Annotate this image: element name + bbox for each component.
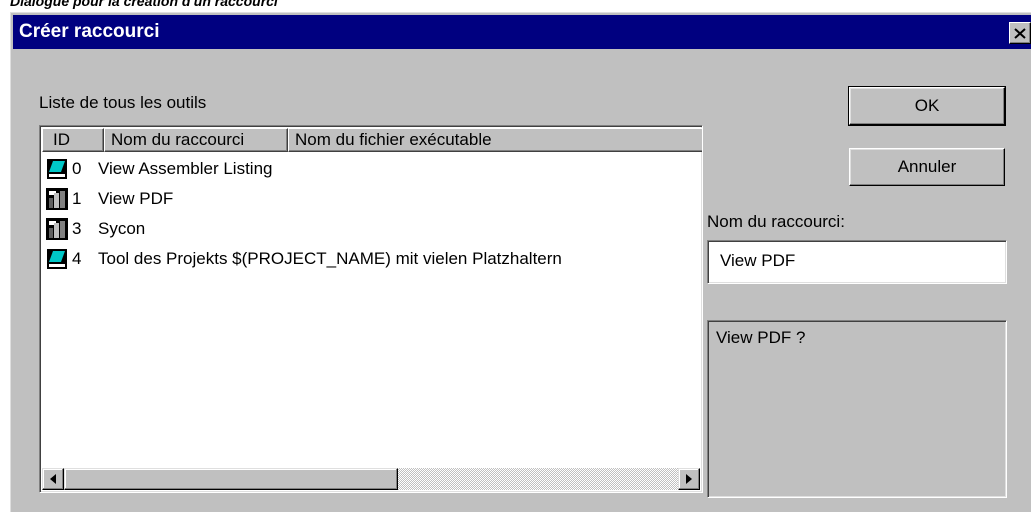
list-item-name: Tool des Projekts $(PROJECT_NAME) mit vi… (98, 249, 562, 268)
cancel-button[interactable]: Annuler (849, 148, 1005, 186)
scrollbar-thumb[interactable] (64, 468, 398, 490)
tool-list[interactable]: ID Nom du raccourci Nom du fichier exécu… (39, 125, 703, 493)
create-shortcut-dialog: Créer raccourci Liste de tous les outils… (10, 12, 1031, 512)
list-item-id: 0 (72, 159, 82, 178)
list-item-id: 1 (72, 189, 82, 208)
arrow-right-icon (686, 474, 692, 484)
horizontal-scrollbar[interactable] (42, 468, 700, 490)
dialog-title: Créer raccourci (19, 21, 160, 42)
title-bar[interactable]: Créer raccourci (13, 15, 1031, 49)
description-box: View PDF ? (707, 320, 1007, 498)
list-item-name: View Assembler Listing (98, 159, 273, 178)
editor-icon (46, 248, 68, 270)
tool-icon (46, 188, 68, 210)
arrow-left-icon (50, 474, 56, 484)
tool-icon (46, 218, 68, 240)
ok-button[interactable]: OK (848, 86, 1006, 126)
close-icon (1014, 27, 1026, 39)
scroll-left-button[interactable] (42, 468, 64, 490)
list-header: ID Nom du raccourci Nom du fichier exécu… (42, 128, 702, 152)
list-item-id: 3 (72, 219, 82, 238)
list-item-name: Sycon (98, 219, 146, 238)
tool-list-label: Liste de tous les outils (39, 93, 207, 112)
scroll-right-button[interactable] (678, 468, 700, 490)
column-header-shortcut-name[interactable]: Nom du raccourci (104, 128, 288, 152)
column-header-executable[interactable]: Nom du fichier exécutable (288, 128, 702, 152)
column-header-id[interactable]: ID (42, 128, 104, 152)
shortcut-name-field[interactable]: View PDF (707, 240, 1007, 284)
list-item-id: 4 (72, 249, 82, 268)
close-button[interactable] (1009, 22, 1031, 44)
figure-caption: Dialogue pour la création d'un raccourci (10, 0, 278, 9)
editor-icon (46, 158, 68, 180)
list-item-name: View PDF (98, 189, 174, 208)
shortcut-name-label: Nom du raccourci: (707, 212, 845, 231)
